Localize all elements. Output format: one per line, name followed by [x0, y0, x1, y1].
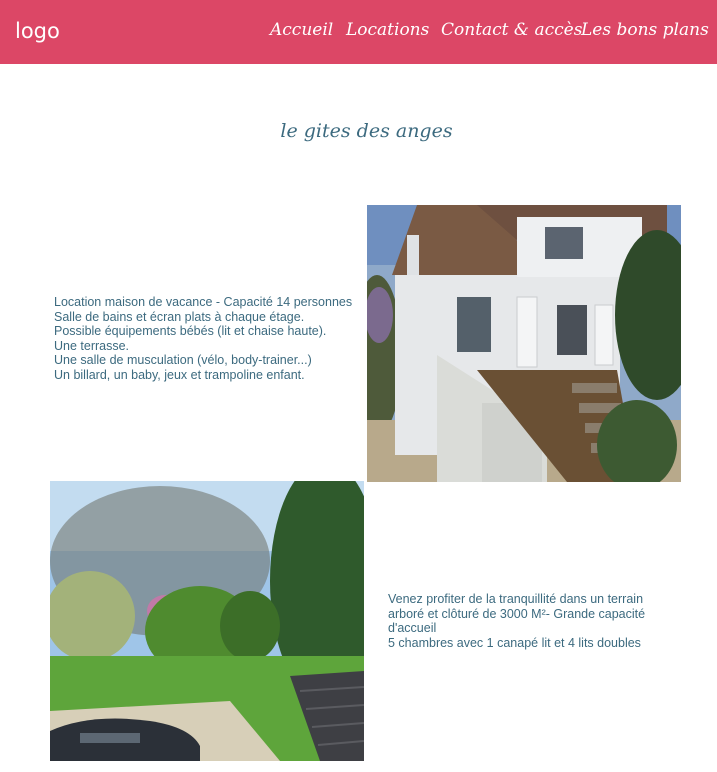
- description-line: 5 chambres avec 1 canapé lit et 4 lits d…: [388, 635, 641, 650]
- terrain-description: Venez profiter de la tranquillité dans u…: [388, 592, 645, 650]
- nav-link-locations[interactable]: Locations: [346, 20, 429, 40]
- description-line: Salle de bains et écran plats à chaque é…: [54, 309, 305, 324]
- description-line: arboré et clôturé de 3000 M²- Grande cap…: [388, 606, 646, 621]
- description-line: Venez profiter de la tranquillité dans u…: [388, 592, 644, 606]
- nav-link-contact[interactable]: Contact & accès: [441, 20, 582, 40]
- description-line: Une salle de musculation (vélo, body-tra…: [54, 353, 312, 367]
- top-navbar: logo Accueil Locations Contact & accès L…: [0, 0, 717, 64]
- house-description: Location maison de vacance - Capacité 14…: [54, 295, 352, 382]
- nav-link-bons-plans[interactable]: Les bons plans: [581, 20, 709, 40]
- description-line: Possible équipements bébés (lit et chais…: [54, 324, 327, 338]
- house-photo: [367, 205, 681, 482]
- page-title: le gites des anges: [280, 120, 453, 142]
- description-line: Un billard, un baby, jeux et trampoline …: [54, 367, 305, 382]
- description-line: d'accueil: [388, 621, 437, 635]
- garden-photo: [50, 481, 364, 761]
- logo[interactable]: logo: [15, 19, 60, 43]
- nav-link-accueil[interactable]: Accueil: [270, 20, 333, 40]
- description-line: Une terrasse.: [54, 338, 130, 353]
- description-line: Location maison de vacance - Capacité 14…: [54, 295, 353, 309]
